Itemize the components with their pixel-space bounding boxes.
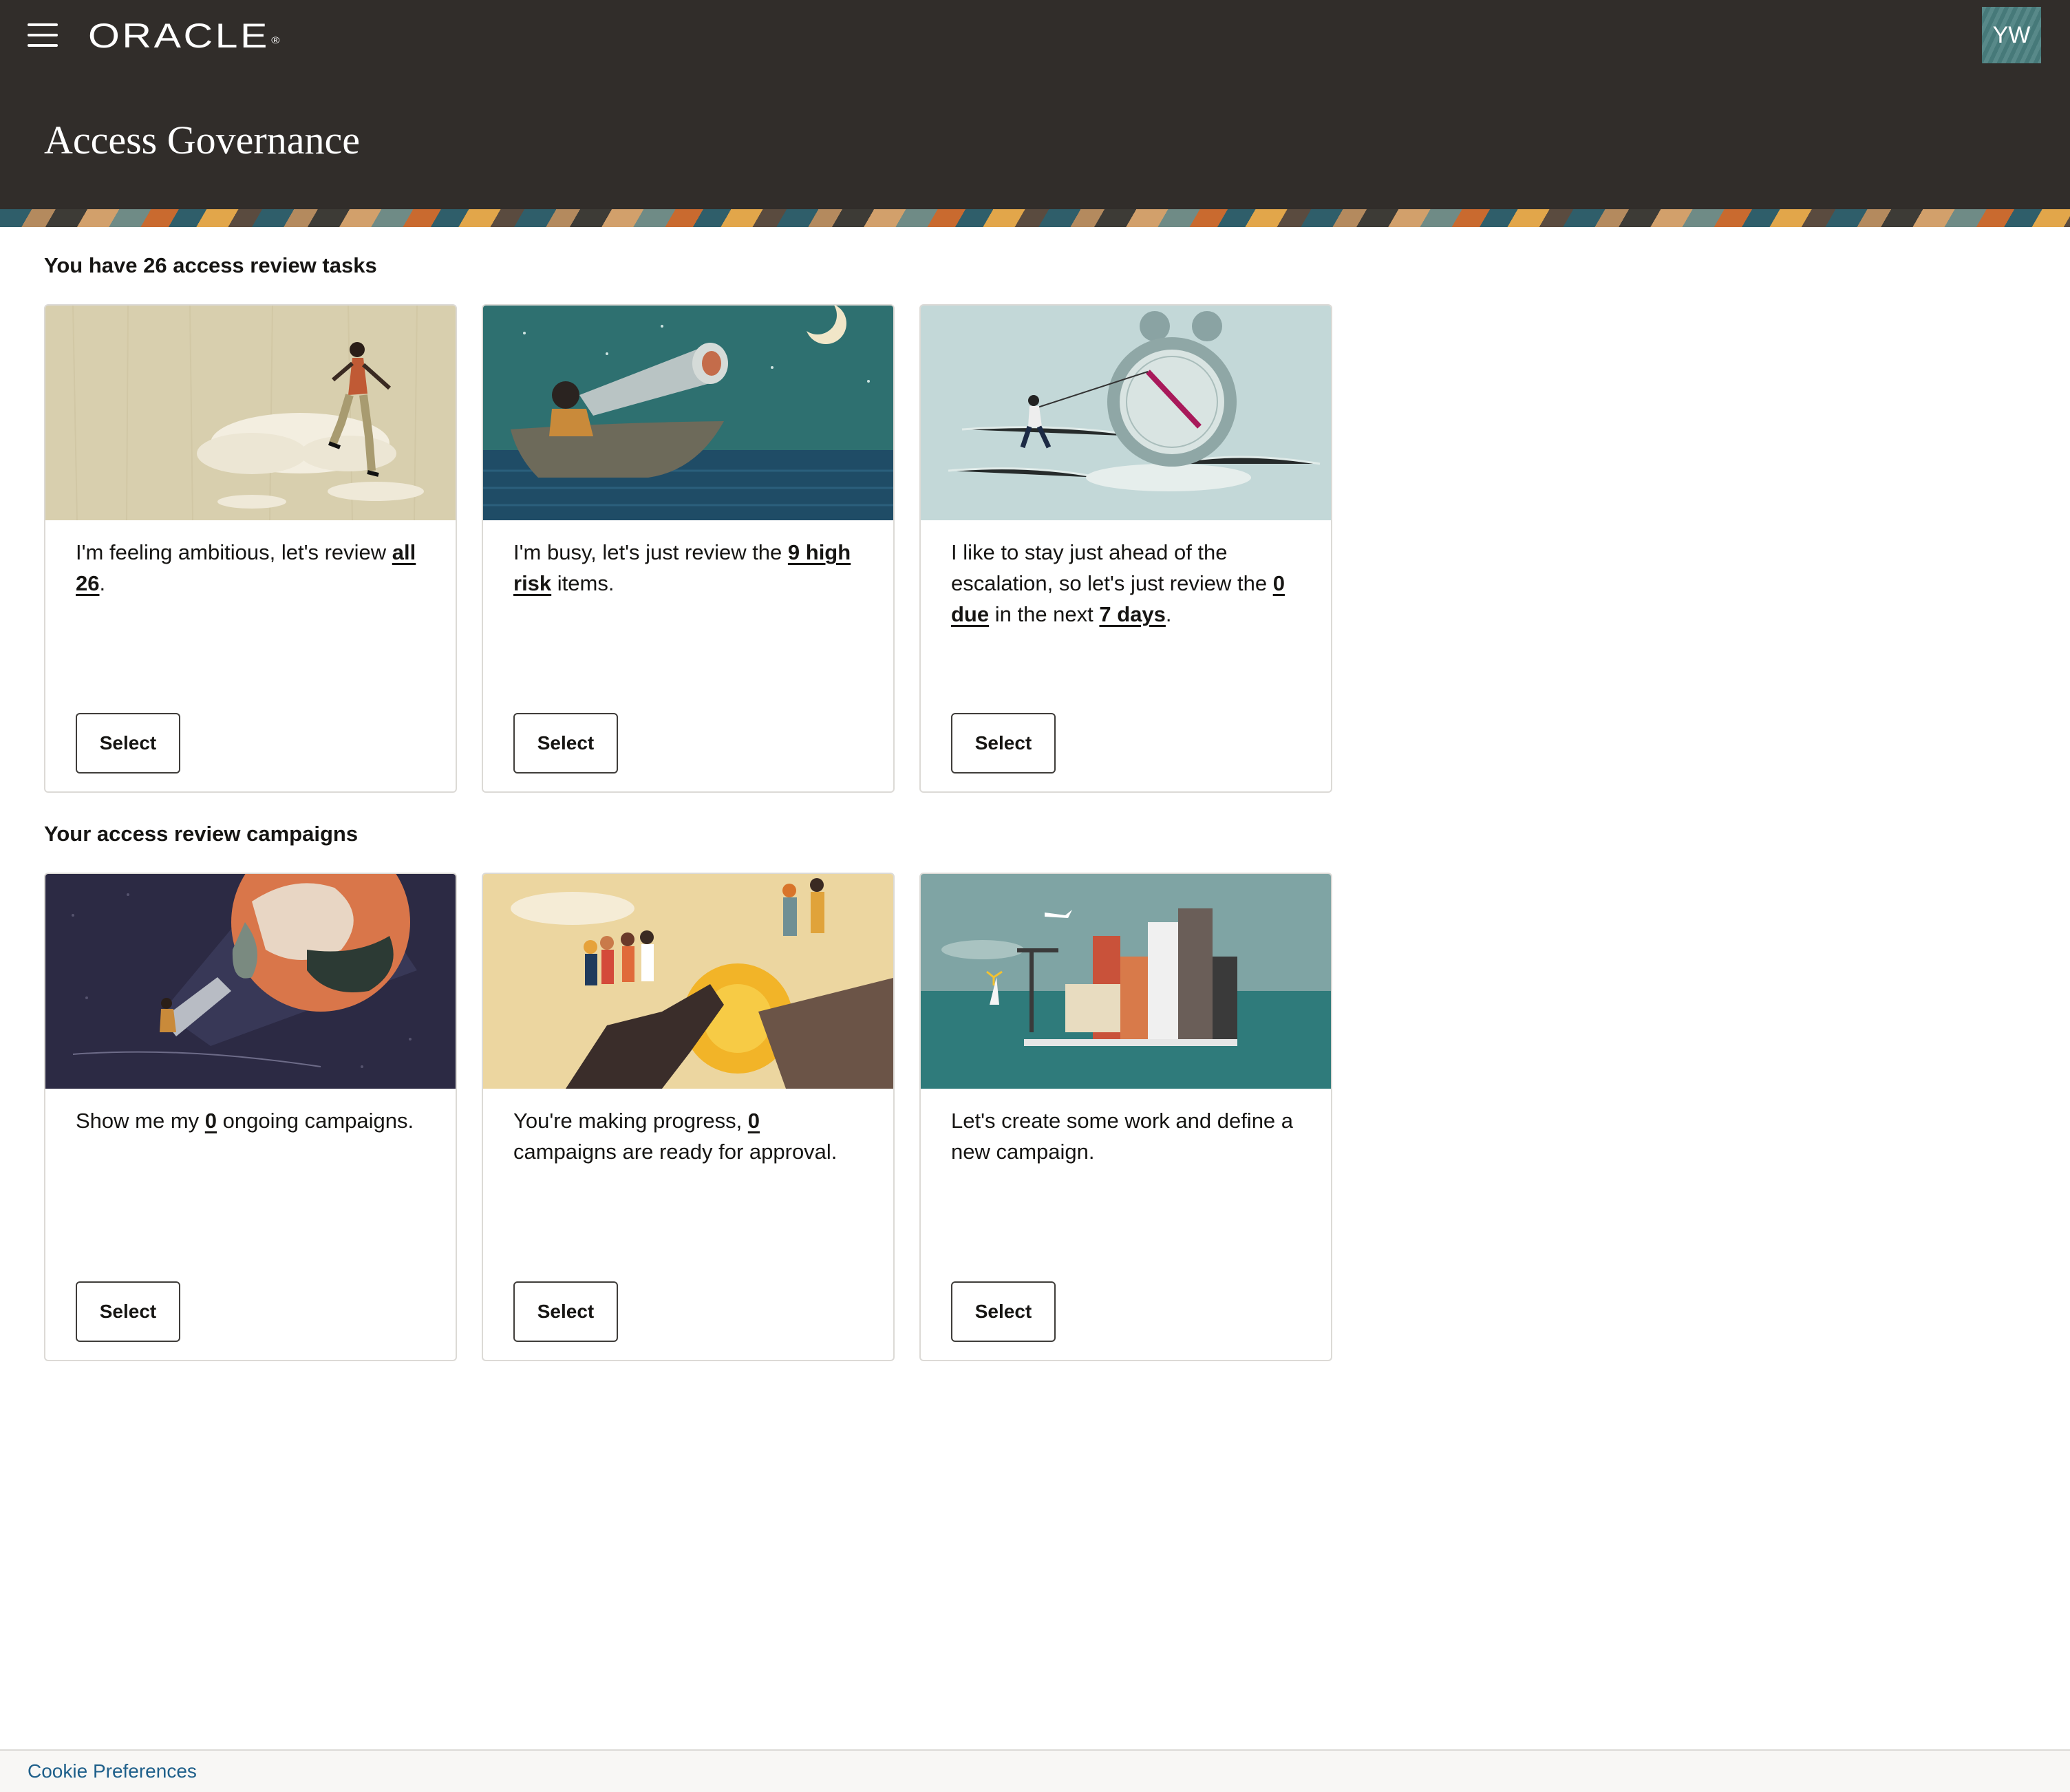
select-approval-campaigns-button[interactable]: Select (513, 1281, 618, 1342)
logo-registered-mark: ® (271, 34, 280, 45)
footer: Cookie Preferences (0, 1749, 2070, 1792)
campaign-card-text: Let's create some work and define a new … (951, 1109, 1294, 1164)
task-card-due-soon: I like to stay just ahead of the escalat… (919, 304, 1332, 793)
campaign-card-new: Let's create some work and define a new … (919, 873, 1332, 1361)
campaign-card-text: You're making progress, 0 campaigns are … (513, 1109, 837, 1164)
illustration-person-on-clouds (45, 306, 456, 520)
task-card-text: I'm busy, let's just review the 9 high r… (513, 540, 851, 595)
campaign-card-ongoing: Show me my 0 ongoing campaigns. Select (44, 873, 457, 1361)
select-ongoing-campaigns-button[interactable]: Select (76, 1281, 180, 1342)
page-header-banner: Access Governance (0, 70, 2070, 209)
campaigns-section-heading: Your access review campaigns (44, 822, 359, 846)
task-card-text: I'm feeling ambitious, let's review all … (76, 540, 416, 595)
campaign-card-approval: You're making progress, 0 campaigns are … (482, 873, 895, 1361)
top-bar: ORACLE ® YW (0, 0, 2070, 70)
approval-campaigns-link[interactable]: 0 (748, 1109, 760, 1133)
decorative-pattern-strip (0, 209, 2070, 227)
illustration-telescope-boat (483, 306, 893, 520)
tasks-section-heading: You have 26 access review tasks (44, 253, 377, 277)
illustration-flashlight (45, 874, 456, 1089)
select-due-soon-button[interactable]: Select (951, 713, 1056, 774)
page-title: Access Governance (44, 118, 360, 162)
days-window-link[interactable]: 7 days (1099, 602, 1166, 626)
oracle-logo[interactable]: ORACLE ® (88, 15, 280, 56)
cookie-preferences-link[interactable]: Cookie Preferences (28, 1760, 197, 1782)
select-all-tasks-button[interactable]: Select (76, 713, 180, 774)
select-high-risk-button[interactable]: Select (513, 713, 618, 774)
illustration-cliff-sunrise (483, 874, 893, 1089)
user-avatar[interactable]: YW (1982, 7, 2041, 63)
select-new-campaign-button[interactable]: Select (951, 1281, 1056, 1342)
illustration-clock-pull (921, 306, 1331, 520)
campaign-card-text: Show me my 0 ongoing campaigns. (76, 1109, 414, 1133)
task-card-all: I'm feeling ambitious, let's review all … (44, 304, 457, 793)
ongoing-campaigns-link[interactable]: 0 (205, 1109, 217, 1133)
logo-text: ORACLE (88, 17, 270, 55)
illustration-city-skyline (921, 874, 1331, 1089)
task-card-high-risk: I'm busy, let's just review the 9 high r… (482, 304, 895, 793)
hamburger-menu-icon[interactable] (28, 23, 58, 48)
task-card-text: I like to stay just ahead of the escalat… (951, 540, 1285, 626)
